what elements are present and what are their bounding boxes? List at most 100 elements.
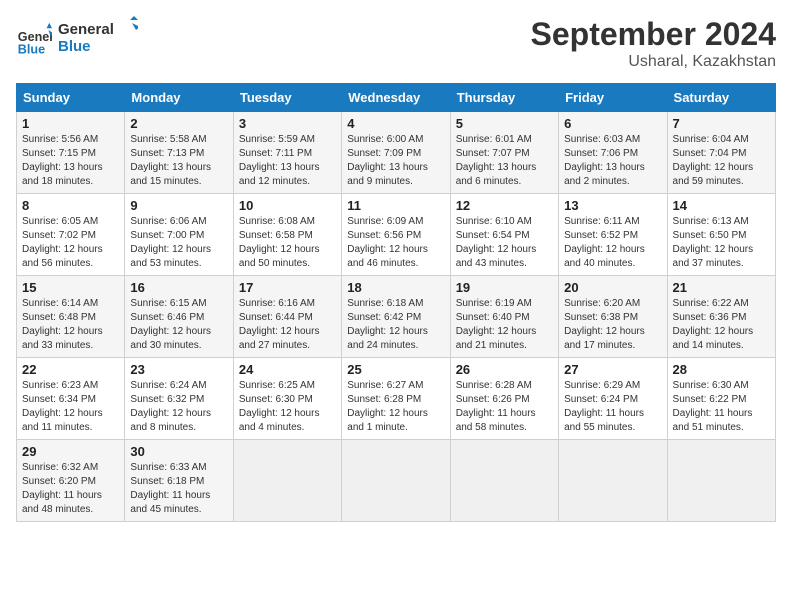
day-detail: Sunrise: 6:00 AMSunset: 7:09 PMDaylight:… [347,134,428,187]
calendar-week-row: 15 Sunrise: 6:14 AMSunset: 6:48 PMDaylig… [17,276,776,358]
calendar-cell: 30 Sunrise: 6:33 AMSunset: 6:18 PMDaylig… [125,440,233,522]
calendar-table: SundayMondayTuesdayWednesdayThursdayFrid… [16,83,776,522]
day-number: 10 [239,198,336,213]
page-header: General Blue General Blue September 2024… [16,16,776,71]
day-number: 5 [456,116,553,131]
svg-text:General: General [58,21,114,38]
calendar-week-row: 22 Sunrise: 6:23 AMSunset: 6:34 PMDaylig… [17,358,776,440]
weekday-header-saturday: Saturday [667,84,775,112]
day-number: 9 [130,198,227,213]
weekday-header-wednesday: Wednesday [342,84,450,112]
day-number: 6 [564,116,661,131]
calendar-cell [667,440,775,522]
day-number: 16 [130,280,227,295]
day-detail: Sunrise: 6:20 AMSunset: 6:38 PMDaylight:… [564,298,645,351]
day-detail: Sunrise: 5:58 AMSunset: 7:13 PMDaylight:… [130,134,211,187]
day-detail: Sunrise: 6:27 AMSunset: 6:28 PMDaylight:… [347,380,428,433]
day-number: 20 [564,280,661,295]
day-number: 29 [22,444,119,459]
day-number: 19 [456,280,553,295]
day-detail: Sunrise: 6:06 AMSunset: 7:00 PMDaylight:… [130,216,211,269]
day-detail: Sunrise: 6:18 AMSunset: 6:42 PMDaylight:… [347,298,428,351]
calendar-cell: 4 Sunrise: 6:00 AMSunset: 7:09 PMDayligh… [342,112,450,194]
day-detail: Sunrise: 6:30 AMSunset: 6:22 PMDaylight:… [673,380,753,433]
day-detail: Sunrise: 6:24 AMSunset: 6:32 PMDaylight:… [130,380,211,433]
day-number: 18 [347,280,444,295]
day-number: 30 [130,444,227,459]
weekday-header-sunday: Sunday [17,84,125,112]
calendar-cell [559,440,667,522]
day-detail: Sunrise: 6:11 AMSunset: 6:52 PMDaylight:… [564,216,645,269]
calendar-cell [342,440,450,522]
day-number: 27 [564,362,661,377]
day-detail: Sunrise: 6:23 AMSunset: 6:34 PMDaylight:… [22,380,103,433]
calendar-cell: 20 Sunrise: 6:20 AMSunset: 6:38 PMDaylig… [559,276,667,358]
weekday-header-row: SundayMondayTuesdayWednesdayThursdayFrid… [17,84,776,112]
day-number: 17 [239,280,336,295]
calendar-cell: 18 Sunrise: 6:18 AMSunset: 6:42 PMDaylig… [342,276,450,358]
calendar-cell: 19 Sunrise: 6:19 AMSunset: 6:40 PMDaylig… [450,276,558,358]
day-number: 11 [347,198,444,213]
calendar-cell: 23 Sunrise: 6:24 AMSunset: 6:32 PMDaylig… [125,358,233,440]
calendar-cell: 5 Sunrise: 6:01 AMSunset: 7:07 PMDayligh… [450,112,558,194]
day-number: 15 [22,280,119,295]
day-detail: Sunrise: 6:09 AMSunset: 6:56 PMDaylight:… [347,216,428,269]
calendar-cell: 13 Sunrise: 6:11 AMSunset: 6:52 PMDaylig… [559,194,667,276]
calendar-cell: 22 Sunrise: 6:23 AMSunset: 6:34 PMDaylig… [17,358,125,440]
day-detail: Sunrise: 6:04 AMSunset: 7:04 PMDaylight:… [673,134,754,187]
calendar-cell: 24 Sunrise: 6:25 AMSunset: 6:30 PMDaylig… [233,358,341,440]
day-detail: Sunrise: 5:56 AMSunset: 7:15 PMDaylight:… [22,134,103,187]
calendar-cell: 29 Sunrise: 6:32 AMSunset: 6:20 PMDaylig… [17,440,125,522]
calendar-cell: 17 Sunrise: 6:16 AMSunset: 6:44 PMDaylig… [233,276,341,358]
day-detail: Sunrise: 6:14 AMSunset: 6:48 PMDaylight:… [22,298,103,351]
calendar-cell: 28 Sunrise: 6:30 AMSunset: 6:22 PMDaylig… [667,358,775,440]
calendar-cell: 21 Sunrise: 6:22 AMSunset: 6:36 PMDaylig… [667,276,775,358]
day-detail: Sunrise: 6:33 AMSunset: 6:18 PMDaylight:… [130,462,210,515]
calendar-cell: 1 Sunrise: 5:56 AMSunset: 7:15 PMDayligh… [17,112,125,194]
weekday-header-thursday: Thursday [450,84,558,112]
calendar-cell: 16 Sunrise: 6:15 AMSunset: 6:46 PMDaylig… [125,276,233,358]
day-number: 12 [456,198,553,213]
day-detail: Sunrise: 6:32 AMSunset: 6:20 PMDaylight:… [22,462,102,515]
day-detail: Sunrise: 6:05 AMSunset: 7:02 PMDaylight:… [22,216,103,269]
calendar-cell: 3 Sunrise: 5:59 AMSunset: 7:11 PMDayligh… [233,112,341,194]
day-detail: Sunrise: 6:15 AMSunset: 6:46 PMDaylight:… [130,298,211,351]
calendar-cell: 12 Sunrise: 6:10 AMSunset: 6:54 PMDaylig… [450,194,558,276]
day-detail: Sunrise: 6:10 AMSunset: 6:54 PMDaylight:… [456,216,537,269]
day-detail: Sunrise: 6:08 AMSunset: 6:58 PMDaylight:… [239,216,320,269]
day-number: 3 [239,116,336,131]
day-detail: Sunrise: 6:01 AMSunset: 7:07 PMDaylight:… [456,134,537,187]
day-number: 28 [673,362,770,377]
calendar-cell: 8 Sunrise: 6:05 AMSunset: 7:02 PMDayligh… [17,194,125,276]
day-number: 14 [673,198,770,213]
day-number: 26 [456,362,553,377]
calendar-cell [233,440,341,522]
svg-text:Blue: Blue [58,38,91,55]
calendar-week-row: 8 Sunrise: 6:05 AMSunset: 7:02 PMDayligh… [17,194,776,276]
location-subtitle: Usharal, Kazakhstan [531,53,776,71]
day-detail: Sunrise: 6:16 AMSunset: 6:44 PMDaylight:… [239,298,320,351]
day-number: 25 [347,362,444,377]
day-detail: Sunrise: 6:19 AMSunset: 6:40 PMDaylight:… [456,298,537,351]
calendar-cell: 10 Sunrise: 6:08 AMSunset: 6:58 PMDaylig… [233,194,341,276]
calendar-week-row: 1 Sunrise: 5:56 AMSunset: 7:15 PMDayligh… [17,112,776,194]
day-detail: Sunrise: 5:59 AMSunset: 7:11 PMDaylight:… [239,134,320,187]
day-number: 8 [22,198,119,213]
calendar-week-row: 29 Sunrise: 6:32 AMSunset: 6:20 PMDaylig… [17,440,776,522]
weekday-header-tuesday: Tuesday [233,84,341,112]
day-detail: Sunrise: 6:03 AMSunset: 7:06 PMDaylight:… [564,134,645,187]
calendar-cell: 26 Sunrise: 6:28 AMSunset: 6:26 PMDaylig… [450,358,558,440]
day-detail: Sunrise: 6:29 AMSunset: 6:24 PMDaylight:… [564,380,644,433]
logo-icon: General Blue [16,21,52,57]
weekday-header-friday: Friday [559,84,667,112]
calendar-cell: 9 Sunrise: 6:06 AMSunset: 7:00 PMDayligh… [125,194,233,276]
day-number: 1 [22,116,119,131]
day-number: 22 [22,362,119,377]
calendar-cell: 27 Sunrise: 6:29 AMSunset: 6:24 PMDaylig… [559,358,667,440]
day-number: 2 [130,116,227,131]
month-year-title: September 2024 [531,16,776,53]
calendar-cell [450,440,558,522]
calendar-cell: 14 Sunrise: 6:13 AMSunset: 6:50 PMDaylig… [667,194,775,276]
day-number: 7 [673,116,770,131]
day-number: 23 [130,362,227,377]
